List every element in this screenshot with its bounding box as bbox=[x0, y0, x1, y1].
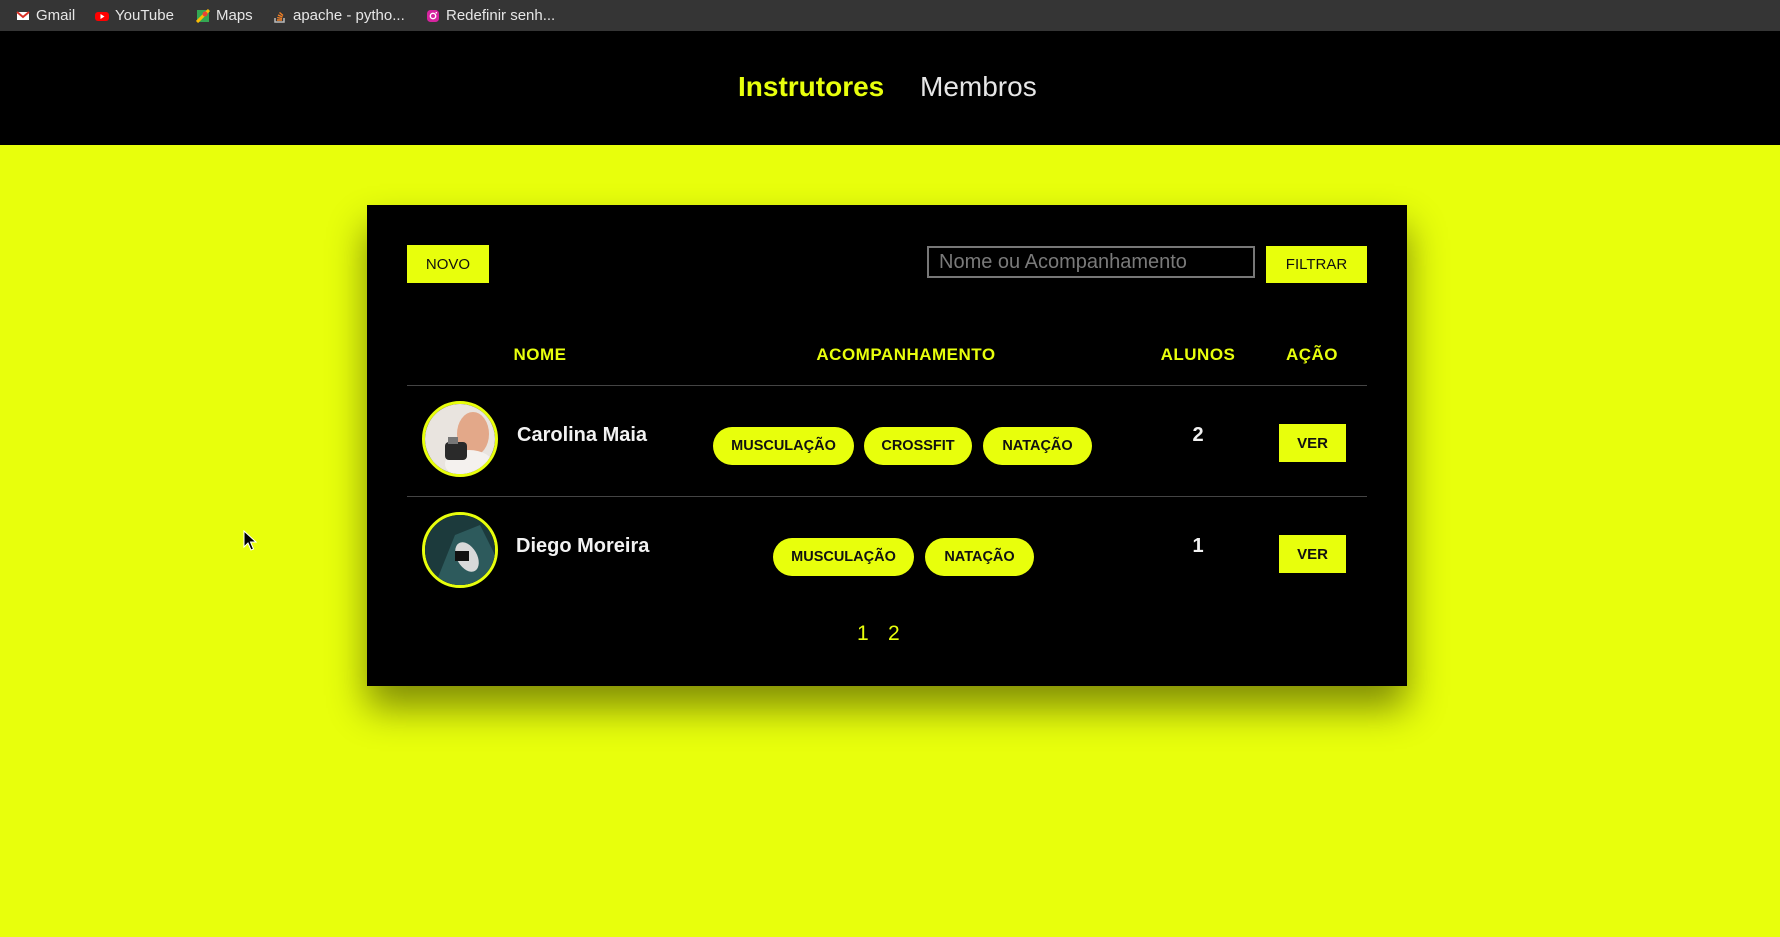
instructors-panel: NOVO FILTRAR NOME ACOMPANHAMENTO ALUNOS … bbox=[367, 205, 1407, 686]
bookmark-label: Redefinir senh... bbox=[446, 7, 556, 24]
youtube-icon bbox=[95, 11, 109, 21]
tag-pill: MUSCULAÇÃO bbox=[713, 427, 854, 465]
tag-pill: CROSSFIT bbox=[864, 427, 972, 465]
bookmark-label: apache - pytho... bbox=[293, 7, 405, 24]
top-navigation: Instrutores Membros bbox=[0, 31, 1780, 145]
bookmark-gmail[interactable]: Gmail bbox=[16, 0, 75, 31]
column-header-acompanhamento: ACOMPANHAMENTO bbox=[816, 345, 996, 364]
nav-link-membros[interactable]: Membros bbox=[920, 71, 1037, 103]
row-divider bbox=[407, 496, 1367, 497]
search-input[interactable] bbox=[927, 246, 1255, 278]
ver-button[interactable]: VER bbox=[1279, 424, 1346, 462]
avatar bbox=[422, 401, 498, 477]
bookmark-label: Maps bbox=[216, 7, 253, 24]
tag-pill: MUSCULAÇÃO bbox=[773, 538, 914, 576]
filtrar-button[interactable]: FILTRAR bbox=[1266, 246, 1367, 283]
gmail-icon bbox=[16, 10, 30, 20]
tag-pill: NATAÇÃO bbox=[983, 427, 1092, 465]
instructor-name: Diego Moreira bbox=[516, 535, 650, 557]
bookmark-label: YouTube bbox=[115, 7, 174, 24]
maps-icon bbox=[196, 8, 210, 23]
bookmark-redefinir-senha[interactable]: Redefinir senh... bbox=[426, 0, 555, 31]
bookmarks-bar: Gmail YouTube Maps apache - pytho... Red… bbox=[0, 0, 1780, 31]
instagram-icon bbox=[427, 9, 439, 22]
bookmark-label: Gmail bbox=[36, 7, 76, 24]
tag-pill: NATAÇÃO bbox=[925, 538, 1034, 576]
column-header-alunos: ALUNOS bbox=[1160, 345, 1236, 364]
avatar bbox=[422, 512, 498, 588]
nav-link-instrutores[interactable]: Instrutores bbox=[738, 71, 884, 103]
novo-button[interactable]: NOVO bbox=[407, 245, 489, 283]
column-header-nome: NOME bbox=[513, 345, 567, 364]
mouse-cursor-icon bbox=[243, 530, 257, 551]
alunos-count: 1 bbox=[1192, 535, 1204, 557]
ver-button[interactable]: VER bbox=[1279, 535, 1346, 573]
stackoverflow-icon bbox=[274, 11, 285, 23]
alunos-count: 2 bbox=[1192, 424, 1204, 446]
column-header-acao: AÇÃO bbox=[1285, 345, 1339, 364]
instructor-name: Carolina Maia bbox=[517, 424, 648, 446]
pagination-page-2[interactable]: 2 bbox=[888, 622, 900, 646]
bookmark-apache-python[interactable]: apache - pytho... bbox=[273, 0, 405, 31]
bookmark-youtube[interactable]: YouTube bbox=[95, 0, 174, 31]
header-divider bbox=[407, 385, 1367, 386]
bookmark-maps[interactable]: Maps bbox=[196, 0, 253, 31]
pagination-page-1[interactable]: 1 bbox=[857, 622, 869, 646]
